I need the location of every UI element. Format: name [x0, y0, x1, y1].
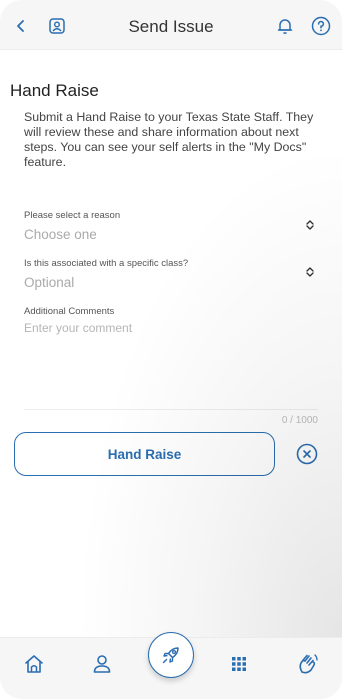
- help-circle-icon[interactable]: [310, 15, 332, 37]
- chevron-updown-icon[interactable]: [304, 218, 316, 230]
- comments-divider: [24, 409, 318, 410]
- class-select[interactable]: Optional: [24, 275, 74, 290]
- background-shade: [0, 0, 342, 699]
- comments-label: Additional Comments: [24, 306, 115, 317]
- rocket-fab-button[interactable]: [148, 632, 194, 678]
- app-screen: Send Issue Hand Raise Submit a Hand Rais…: [0, 0, 342, 699]
- reason-select[interactable]: Choose one: [24, 227, 97, 242]
- page-title: Hand Raise: [10, 81, 99, 100]
- reason-label: Please select a reason: [24, 210, 121, 221]
- character-count: 0 / 1000: [281, 415, 318, 426]
- comments-textarea[interactable]: Enter your comment: [24, 321, 132, 335]
- bell-icon[interactable]: [274, 15, 296, 37]
- hand-raise-submit-button[interactable]: Hand Raise: [14, 432, 275, 476]
- top-bar: Send Issue: [0, 0, 342, 50]
- chevron-updown-icon[interactable]: [304, 265, 316, 277]
- apps-grid-icon[interactable]: [226, 651, 252, 677]
- page-description: Submit a Hand Raise to your Texas State …: [24, 110, 314, 169]
- profile-icon[interactable]: [89, 651, 115, 677]
- close-circle-icon[interactable]: [296, 443, 318, 465]
- hand-raise-icon[interactable]: [295, 651, 321, 677]
- class-label: Is this associated with a specific class…: [24, 258, 189, 269]
- rocket-icon: [160, 644, 182, 666]
- home-icon[interactable]: [21, 651, 47, 677]
